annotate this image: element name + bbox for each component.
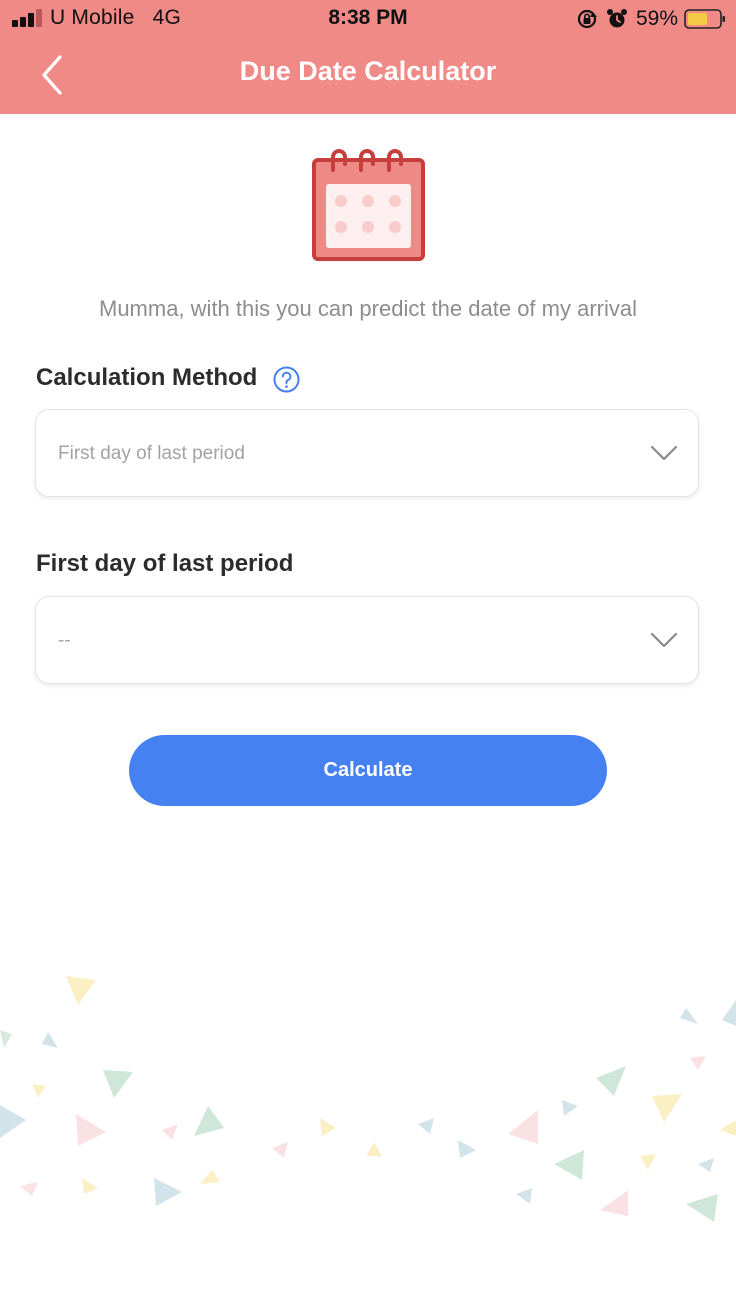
last-period-label: First day of last period (36, 550, 294, 577)
orientation-lock-icon (577, 9, 597, 29)
chevron-down-icon (650, 445, 678, 461)
confetti-decoration (0, 976, 736, 1222)
calculation-method-label: Calculation Method (36, 364, 258, 391)
chevron-down-icon (650, 632, 678, 648)
calendar-icon (312, 149, 425, 261)
calculate-button[interactable]: Calculate (129, 735, 607, 806)
alarm-icon (606, 9, 627, 28)
last-period-date-value: -- (58, 630, 71, 651)
battery-icon (684, 9, 725, 29)
status-right-group: 59% (576, 6, 726, 32)
question-circle-icon[interactable] (273, 366, 300, 393)
calculation-method-select[interactable]: First day of last period (35, 409, 699, 497)
tagline: Mumma, with this you can predict the dat… (99, 296, 637, 321)
last-period-date-select[interactable]: -- (35, 596, 699, 684)
page-title: Due Date Calculator (239, 56, 497, 86)
battery-percent: 59% (635, 7, 678, 30)
calculation-method-value: First day of last period (58, 443, 245, 464)
status-bar: U Mobile 4G 8:38 PM 59% (0, 0, 736, 38)
header-bar: U Mobile 4G 8:38 PM 59% Due Date Calcula… (0, 0, 736, 114)
